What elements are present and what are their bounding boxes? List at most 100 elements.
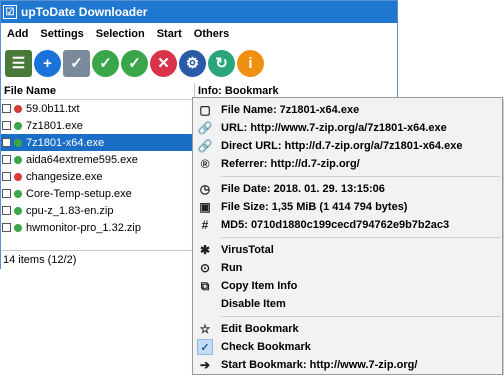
- file-icon: ▢: [199, 103, 211, 117]
- hash-icon: #: [201, 218, 209, 232]
- context-menu-item[interactable]: ☆ Edit Bookmark: [193, 320, 502, 338]
- checkmark-icon: ✓: [197, 339, 213, 355]
- context-menu-item[interactable]: ▢ File Name: 7z1801-x64.exe: [193, 101, 502, 119]
- context-menu-label: File Date: 2018. 01. 29. 13:15:06: [221, 183, 385, 195]
- context-menu-item[interactable]: 🔗 Direct URL: http://d.7-zip.org/a/7z1801…: [193, 137, 502, 155]
- file-name: cpu-z_1.83-en.zip: [26, 204, 114, 217]
- info-icon[interactable]: i: [237, 49, 264, 77]
- settings-icon[interactable]: ⚙: [179, 49, 206, 77]
- context-menu-item[interactable]: ® Referrer: http://d.7-zip.org/: [193, 155, 502, 173]
- file-checkbox[interactable]: [2, 104, 11, 113]
- context-menu-item[interactable]: # MD5: 0710d1880c199cecd794762e9b7b2ac3: [193, 216, 502, 234]
- toolbar: ☰ + ✓ ✓ ✓ ✕ ⚙ ↻ i: [1, 45, 397, 81]
- file-checkbox[interactable]: [2, 223, 11, 232]
- status-dot-icon: [14, 138, 22, 147]
- file-name: changesize.exe: [26, 170, 103, 183]
- blank-icon: [197, 296, 213, 312]
- context-menu-label: File Name: 7z1801-x64.exe: [221, 104, 360, 116]
- delete-icon[interactable]: ✕: [150, 49, 177, 77]
- status-dot-icon: [14, 104, 22, 113]
- context-menu-item[interactable]: ◷ File Date: 2018. 01. 29. 13:15:06: [193, 180, 502, 198]
- file-checkbox[interactable]: [2, 155, 11, 164]
- file-row[interactable]: hwmonitor-pro_1.32.zip: [1, 219, 194, 236]
- file-row[interactable]: 7z1801-x64.exe: [1, 134, 194, 151]
- clock-icon: ◷: [199, 182, 211, 196]
- context-menu-item[interactable]: 🔗 URL: http://www.7-zip.org/a/7z1801-x64.…: [193, 119, 502, 137]
- context-menu-label: Copy Item Info: [221, 280, 298, 292]
- file-checkbox[interactable]: [2, 138, 11, 147]
- title-bar[interactable]: ☑ upToDate Downloader: [1, 1, 397, 23]
- file-checkbox[interactable]: [2, 206, 11, 215]
- refresh-icon[interactable]: ↻: [208, 49, 235, 77]
- context-menu-label: MD5: 0710d1880c199cecd794762e9b7b2ac3: [221, 219, 450, 231]
- run-icon: ⊙: [199, 261, 211, 275]
- context-menu-item[interactable]: ✓ Check Bookmark: [193, 338, 502, 356]
- file-checkbox[interactable]: [2, 172, 11, 181]
- file-row[interactable]: 7z1801.exe: [1, 117, 194, 134]
- status-dot-icon: [14, 121, 22, 130]
- status-dot-icon: [14, 189, 22, 198]
- link-icon: 🔗: [197, 121, 213, 135]
- file-list-pane: File Name 59.0b11.txt 7z1801.exe 7z1801-x6…: [1, 83, 195, 253]
- star-icon: ☆: [199, 322, 211, 336]
- file-row[interactable]: aida64extreme595.exe: [1, 151, 194, 168]
- file-name: 7z1801.exe: [26, 119, 83, 132]
- add-icon[interactable]: +: [34, 49, 61, 77]
- status-dot-icon: [14, 223, 22, 232]
- app-icon: ☑: [3, 5, 17, 19]
- menu-bar: Add Settings Selection Start Others: [1, 23, 397, 45]
- status-dot-icon: [14, 155, 22, 164]
- context-menu-label: Run: [221, 262, 243, 274]
- check-list-icon[interactable]: ✓: [63, 49, 90, 77]
- context-menu-item[interactable]: ▣ File Size: 1,35 MiB (1 414 794 bytes): [193, 198, 502, 216]
- file-name: hwmonitor-pro_1.32.zip: [26, 221, 141, 234]
- context-menu-label: File Size: 1,35 MiB (1 414 794 bytes): [221, 201, 408, 213]
- menu-separator: [221, 316, 500, 317]
- arrow-right-icon: ➔: [199, 358, 211, 372]
- link-icon: 🔗: [197, 139, 213, 153]
- context-menu-item[interactable]: ✱ VirusTotal: [193, 241, 502, 259]
- file-name-header[interactable]: File Name: [1, 83, 194, 100]
- context-menu-label: Disable Item: [221, 298, 286, 310]
- context-menu-item[interactable]: Disable Item: [193, 295, 502, 313]
- context-menu-label: Start Bookmark: http://www.7-zip.org/: [221, 359, 418, 371]
- file-name: aida64extreme595.exe: [26, 153, 138, 166]
- status-dot-icon: [14, 206, 22, 215]
- referrer-icon: ®: [200, 157, 210, 171]
- checkmark-icon[interactable]: ✓: [92, 49, 119, 77]
- context-menu-label: Direct URL: http://d.7-zip.org/a/7z1801-…: [221, 140, 463, 152]
- context-menu-label: VirusTotal: [221, 244, 274, 256]
- file-list: 59.0b11.txt 7z1801.exe 7z1801-x64.exe aida6…: [1, 100, 194, 236]
- context-menu: ▢ File Name: 7z1801-x64.exe 🔗 URL: http://w…: [192, 97, 503, 375]
- status-dot-icon: [14, 172, 22, 181]
- menu-add[interactable]: Add: [7, 28, 28, 40]
- copy-icon: ⧉: [200, 278, 210, 293]
- disk-icon: ▣: [199, 200, 211, 214]
- file-row[interactable]: changesize.exe: [1, 168, 194, 185]
- file-row[interactable]: cpu-z_1.83-en.zip: [1, 202, 194, 219]
- context-menu-item[interactable]: ⊙ Run: [193, 259, 502, 277]
- checkmark-icon[interactable]: ✓: [121, 49, 148, 77]
- bug-icon: ✱: [199, 243, 211, 257]
- window-title: upToDate Downloader: [21, 5, 148, 19]
- menu-others[interactable]: Others: [194, 28, 229, 40]
- menu-separator: [221, 237, 500, 238]
- file-checkbox[interactable]: [2, 121, 11, 130]
- menu-selection[interactable]: Selection: [96, 28, 145, 40]
- file-name: 59.0b11.txt: [26, 102, 80, 115]
- menu-start[interactable]: Start: [157, 28, 182, 40]
- file-row[interactable]: 59.0b11.txt: [1, 100, 194, 117]
- list-icon[interactable]: ☰: [5, 49, 32, 77]
- file-checkbox[interactable]: [2, 189, 11, 198]
- file-name: Core-Temp-setup.exe: [26, 187, 132, 200]
- context-menu-label: Referrer: http://d.7-zip.org/: [221, 158, 360, 170]
- file-row[interactable]: Core-Temp-setup.exe: [1, 185, 194, 202]
- context-menu-item[interactable]: ⧉ Copy Item Info: [193, 277, 502, 295]
- file-name: 7z1801-x64.exe: [26, 136, 105, 149]
- context-menu-label: URL: http://www.7-zip.org/a/7z1801-x64.e…: [221, 122, 447, 134]
- context-menu-item[interactable]: ➔ Start Bookmark: http://www.7-zip.org/: [193, 356, 502, 374]
- menu-separator: [221, 176, 500, 177]
- menu-settings[interactable]: Settings: [40, 28, 83, 40]
- status-text: 14 items (12/2): [3, 254, 77, 266]
- context-menu-label: Check Bookmark: [221, 341, 311, 353]
